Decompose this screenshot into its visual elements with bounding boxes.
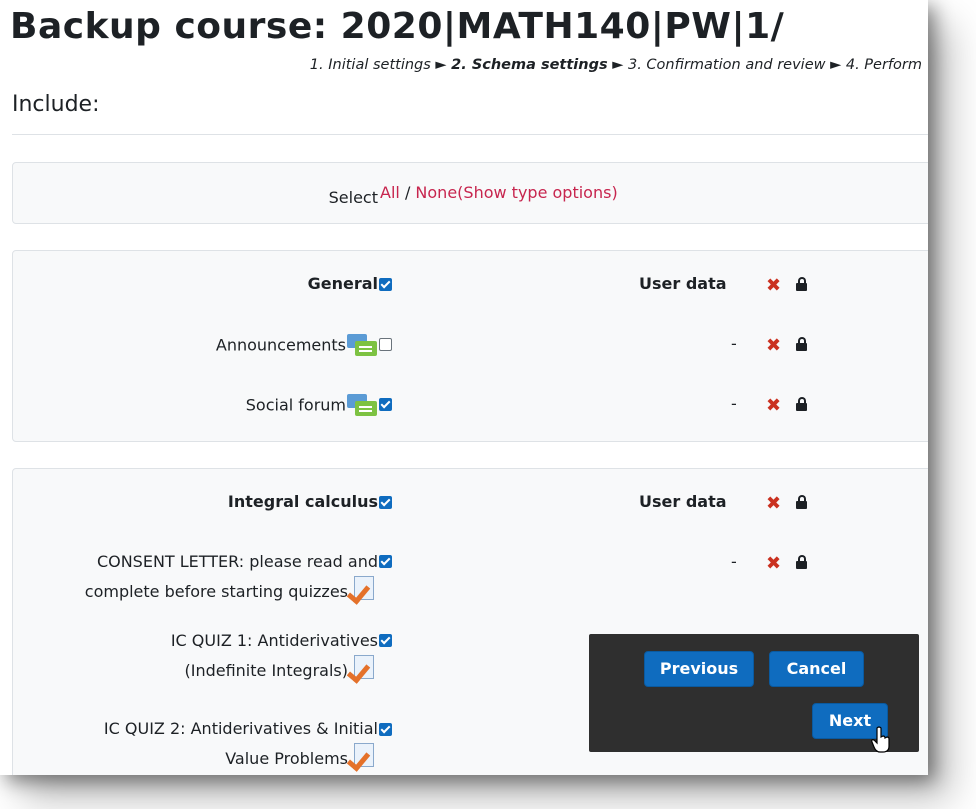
activity-label: IC QUIZ 2: Antiderivatives & Initial Val… <box>103 717 378 772</box>
user-data-value: - <box>731 552 737 571</box>
quiz-icon <box>346 653 378 684</box>
breadcrumb-separator: ► <box>435 57 447 73</box>
lock-icon <box>796 337 807 351</box>
select-all-link[interactable]: All <box>380 183 400 202</box>
breadcrumb-separator: ► <box>830 57 842 73</box>
close-paren: ) <box>611 183 618 202</box>
activity-name-line1: IC QUIZ 1: Antiderivatives <box>170 631 378 650</box>
activity-name-line2: complete before starting quizzes <box>84 582 348 601</box>
activity-name-line2: (Indefinite Integrals) <box>184 661 348 680</box>
ic-quiz-1-checkbox[interactable] <box>379 634 392 647</box>
cancel-button[interactable]: Cancel <box>769 651 864 687</box>
announcements-checkbox[interactable] <box>379 338 392 351</box>
activity-label: Social forum <box>246 392 378 420</box>
section-label: General <box>307 274 378 293</box>
section-label: Integral calculus <box>227 492 378 511</box>
activity-name-line1: CONSENT LETTER: please read and <box>96 552 378 571</box>
consent-letter-checkbox[interactable] <box>379 555 392 568</box>
ic-quiz-2-checkbox[interactable] <box>379 723 392 736</box>
page-title: Backup course: 2020|MATH140|PW|1/ <box>10 6 785 47</box>
breadcrumb: 1. Initial settings ► 2. Schema settings… <box>310 57 922 73</box>
quiz-icon <box>346 741 378 772</box>
activity-label: Announcements <box>216 332 378 360</box>
section-general: General User data ✖ Announcements - ✖ So… <box>12 250 928 442</box>
user-data-value: - <box>731 334 737 353</box>
hand-cursor-icon <box>871 726 890 753</box>
forum-icon <box>346 392 378 420</box>
sticky-footer: Previous Cancel Next <box>589 634 919 752</box>
show-type-options-link[interactable]: Show type options <box>463 183 611 202</box>
breadcrumb-separator: ► <box>612 57 624 73</box>
activity-label: CONSENT LETTER: please read and complete… <box>84 550 378 605</box>
section-integral-checkbox[interactable] <box>379 496 392 509</box>
select-none-link[interactable]: None <box>415 183 457 202</box>
x-icon: ✖ <box>766 493 782 514</box>
activity-label: IC QUIZ 1: Antiderivatives (Indefinite I… <box>170 629 378 684</box>
activity-name: Social forum <box>245 395 346 415</box>
lock-icon <box>796 397 807 411</box>
x-icon: ✖ <box>766 275 782 296</box>
social-forum-checkbox[interactable] <box>379 398 392 411</box>
breadcrumb-step-initial: 1. Initial settings <box>309 57 431 73</box>
breadcrumb-step-confirmation: 3. Confirmation and review <box>627 57 826 73</box>
lock-icon <box>796 277 807 291</box>
user-data-value: - <box>731 394 737 413</box>
select-links: All / None(Show type options) <box>380 181 618 205</box>
backup-page: Backup course: 2020|MATH140|PW|1/ 1. Ini… <box>0 0 928 775</box>
lock-icon <box>796 495 807 509</box>
divider <box>12 134 928 135</box>
include-heading: Include: <box>12 92 100 117</box>
user-data-label: User data <box>639 492 727 511</box>
activity-name-line1: IC QUIZ 2: Antiderivatives & Initial <box>103 719 378 738</box>
select-box: Select All / None(Show type options) <box>12 162 928 224</box>
quiz-icon <box>346 574 378 605</box>
previous-button[interactable]: Previous <box>644 651 754 687</box>
lock-icon <box>796 555 807 569</box>
select-separator: / <box>404 183 411 202</box>
activity-name-line2: Value Problems <box>225 749 348 768</box>
activity-name: Announcements <box>215 335 346 355</box>
breadcrumb-step-schema: 2. Schema settings <box>451 57 608 73</box>
breadcrumb-step-perform: 4. Perform <box>845 57 922 73</box>
user-data-label: User data <box>639 274 727 293</box>
section-general-checkbox[interactable] <box>379 278 392 291</box>
forum-icon <box>346 332 378 360</box>
x-icon: ✖ <box>766 553 782 574</box>
x-icon: ✖ <box>766 395 782 416</box>
x-icon: ✖ <box>766 335 782 356</box>
select-label: Select <box>328 188 378 207</box>
